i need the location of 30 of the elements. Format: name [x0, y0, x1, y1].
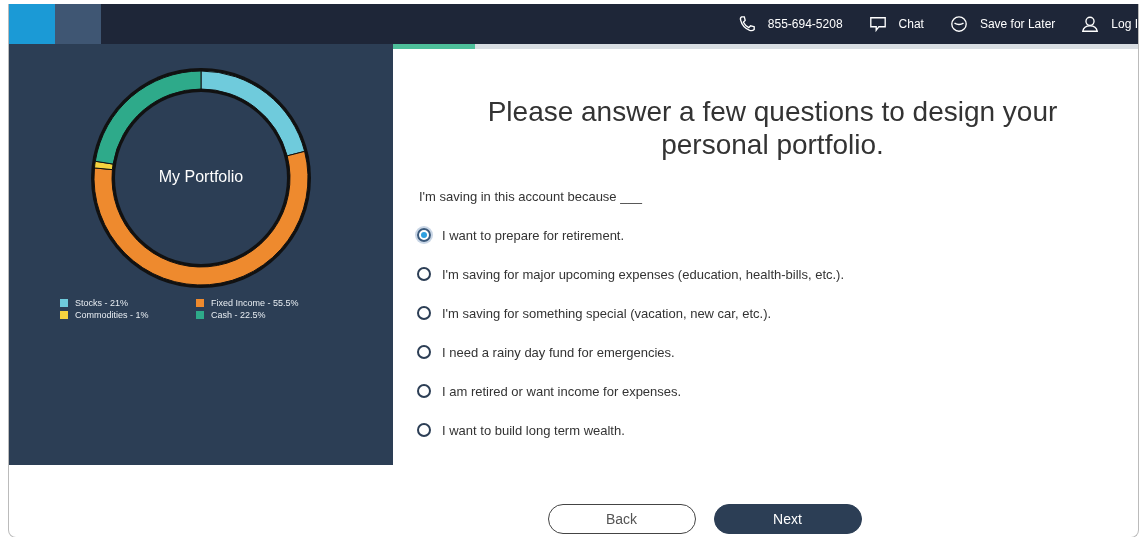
- option-label[interactable]: I want to prepare for retirement.: [442, 227, 625, 243]
- legend-label: Commodities - 1%: [75, 310, 149, 320]
- phone-icon[interactable]: [737, 15, 756, 33]
- option-label[interactable]: I want to build long term wealth.: [442, 422, 625, 438]
- chat-icon[interactable]: [868, 15, 887, 33]
- radio-button[interactable]: [417, 423, 431, 437]
- phone-number[interactable]: 855-694-5208: [767, 17, 843, 31]
- legend-label: Stocks - 21%: [75, 298, 129, 308]
- legend-label: Fixed Income - 55.5%: [211, 298, 299, 308]
- question-heading: Please answer a few questions to design your personal portfolio.: [486, 95, 1059, 161]
- radio-button[interactable]: [417, 267, 431, 281]
- radio-button[interactable]: [417, 306, 431, 320]
- donut-title: My Portfolio: [157, 168, 245, 186]
- user-icon[interactable]: [1081, 15, 1100, 33]
- login-link[interactable]: Log I: [1111, 17, 1138, 31]
- option-label[interactable]: I'm saving for major upcoming expenses (education, health-bills, etc.).: [442, 266, 845, 282]
- question-prompt: I'm saving in this account because ___: [419, 189, 643, 204]
- chat-link[interactable]: Chat: [898, 17, 924, 31]
- next-button[interactable]: Next: [713, 504, 862, 534]
- clock-icon[interactable]: [949, 15, 968, 33]
- radio-button[interactable]: [417, 228, 431, 242]
- radio-button[interactable]: [417, 345, 431, 359]
- option-label[interactable]: I am retired or want income for expenses.: [442, 383, 682, 399]
- radio-button[interactable]: [417, 384, 431, 398]
- logo-icon: [9, 4, 101, 44]
- save-for-later-link[interactable]: Save for Later: [979, 17, 1056, 31]
- legend-label: Cash - 22.5%: [211, 310, 266, 320]
- option-label[interactable]: I'm saving for something special (vacation, new car, etc.).: [442, 305, 772, 321]
- option-label[interactable]: I need a rainy day fund for emergencies.: [442, 344, 675, 360]
- back-button[interactable]: Back: [547, 504, 696, 534]
